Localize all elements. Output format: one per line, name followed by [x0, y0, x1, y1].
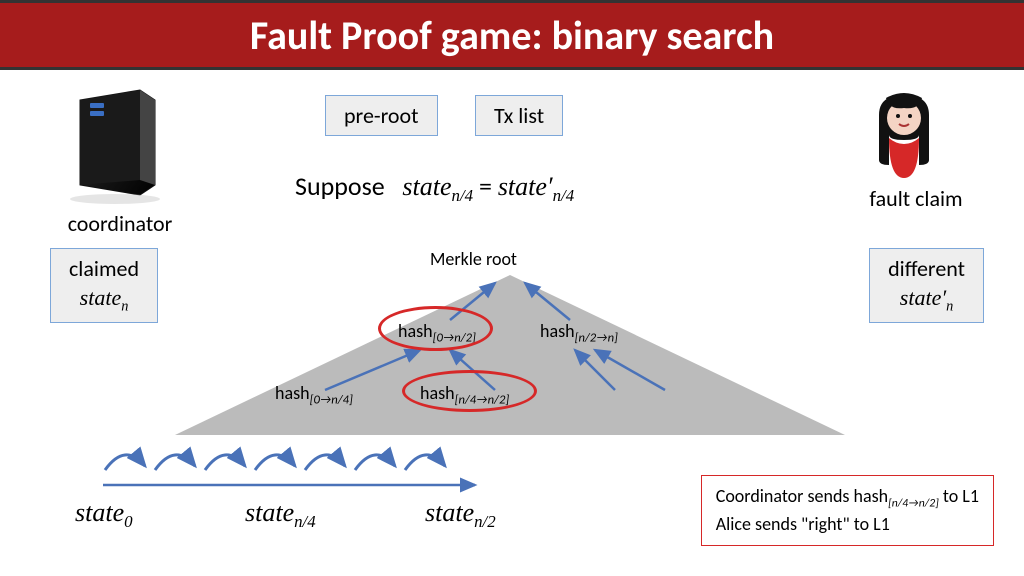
preroot-box: pre-root: [325, 95, 438, 136]
fault-claim-label: fault claim: [856, 185, 976, 212]
txlist-box: Tx list: [475, 95, 563, 136]
state-arrows: [95, 440, 515, 495]
ellipse-hash4: [402, 370, 537, 412]
server-icon: [60, 85, 170, 210]
claimed-state: state: [80, 285, 122, 310]
different-state: state′: [900, 285, 946, 310]
note-box: Coordinator sends hash[n/4→n/2] to L1 Al…: [701, 475, 994, 546]
different-box: different state′n: [869, 248, 984, 323]
alice-icon: [864, 90, 944, 185]
suppose-row: Suppose staten/4 = state′n/4: [295, 170, 574, 206]
suppose-label: Suppose: [295, 170, 385, 202]
different-label: different: [888, 255, 965, 282]
claimed-box: claimed staten: [50, 248, 158, 323]
ellipse-hash1: [378, 306, 493, 351]
state-n4: staten/4: [245, 498, 316, 532]
title-bar: Fault Proof game: binary search: [0, 0, 1024, 70]
different-sub: n: [946, 298, 953, 314]
state0: state0: [75, 498, 133, 532]
hash3: hash[0→n/4]: [275, 382, 353, 408]
claimed-sub: n: [121, 298, 128, 314]
coordinator-label: coordinator: [60, 210, 180, 237]
state-n2: staten/2: [425, 498, 496, 532]
note-line1: Coordinator sends hash[n/4→n/2] to L1: [716, 484, 979, 512]
note-line2: Alice sends "right" to L1: [716, 512, 979, 537]
claimed-label: claimed: [69, 255, 139, 282]
merkle-root-label: Merkle root: [430, 248, 517, 270]
slide-title: Fault Proof game: binary search: [250, 11, 774, 60]
